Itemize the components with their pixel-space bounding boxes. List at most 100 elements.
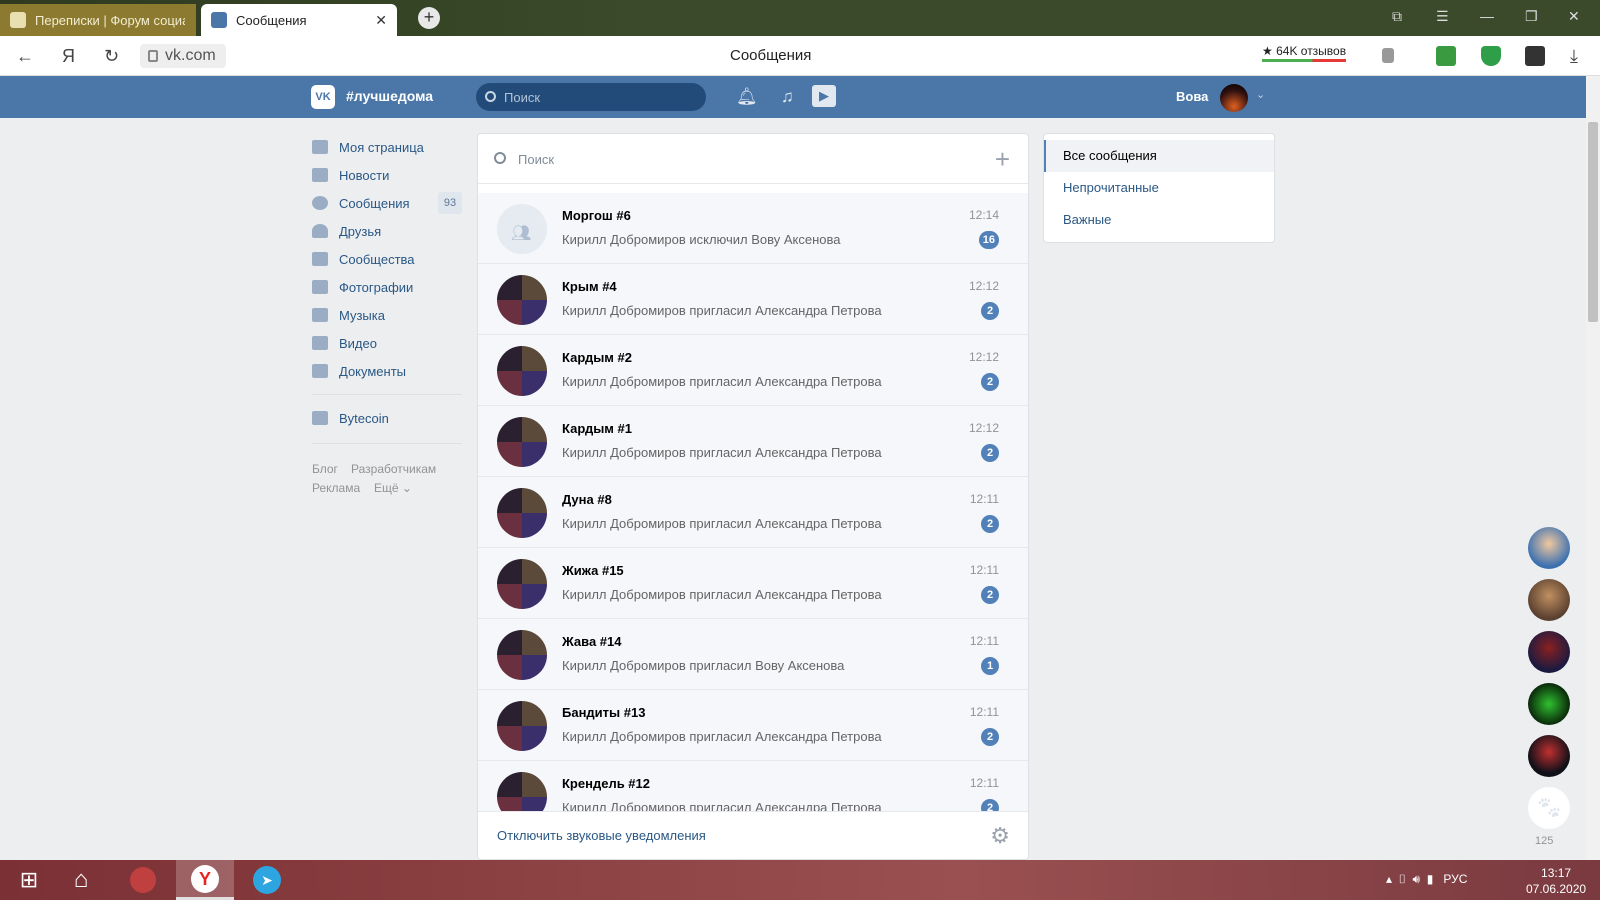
vk-bot-icon[interactable]: 🐾︎ — [1528, 787, 1570, 829]
dialog-row[interactable]: Жава #14 Кирилл Добромиров пригласил Вов… — [478, 619, 1028, 690]
footer-link-more[interactable]: Ещё ⌄ — [374, 481, 412, 495]
sidebar-item-messages[interactable]: Сообщения 93 — [312, 192, 462, 214]
sidebar-item-music[interactable]: Музыка — [312, 304, 462, 326]
vk-logo-icon[interactable]: VK — [311, 85, 335, 109]
app-icon[interactable] — [114, 860, 172, 900]
user-name[interactable]: Вова — [1176, 89, 1208, 104]
restore-icon[interactable]: ❐ — [1525, 8, 1538, 25]
unread-badge: 2 — [981, 302, 999, 320]
tab-messages[interactable]: Сообщения ✕ — [201, 4, 397, 36]
filter-all[interactable]: Все сообщения — [1044, 140, 1274, 172]
dialog-time: 12:11 — [969, 705, 999, 719]
chat-avatar[interactable] — [1528, 579, 1570, 621]
sidebar-item-label: Сообщества — [339, 251, 415, 267]
reviews-badge[interactable]: ★ 64K отзывов — [1262, 44, 1347, 62]
new-tab-button[interactable]: + — [418, 7, 440, 29]
dialog-row[interactable]: Крым #4 Кирилл Добромиров пригласил Алек… — [478, 264, 1028, 335]
scrollbar-thumb[interactable] — [1588, 122, 1598, 322]
translate-icon[interactable] — [1525, 46, 1545, 66]
sidebar-item-documents[interactable]: Документы — [312, 360, 462, 382]
yandex-icon[interactable]: Я — [62, 46, 75, 67]
dialog-name: Дуна #8 — [562, 492, 612, 507]
sidebar-item-label: Моя страница — [339, 139, 424, 155]
yandex-browser-icon[interactable]: Y — [176, 860, 234, 900]
dialog-row[interactable]: Кардым #1 Кирилл Добромиров пригласил Ал… — [478, 406, 1028, 477]
dialog-message: Кирилл Добромиров пригласил Вову Аксенов… — [562, 658, 845, 673]
home-icon[interactable]: ⌂ — [52, 860, 110, 900]
footer-link-blog[interactable]: Блог — [312, 462, 338, 476]
dialog-time: 12:12 — [968, 350, 999, 364]
page-scrollbar[interactable] — [1586, 76, 1600, 862]
add-chat-icon[interactable]: + — [995, 144, 1010, 175]
dialog-row[interactable]: 👥︎ Моргош #6 Кирилл Добромиров исключил … — [478, 193, 1028, 264]
tray-icons: ▴ ⌷ 🔊︎ ▮ — [1386, 872, 1444, 886]
dialog-name: Кардым #2 — [562, 350, 632, 365]
dialogs-search-input[interactable] — [518, 149, 918, 169]
bell-icon[interactable]: 🔔︎ — [736, 87, 758, 107]
chat-avatar — [497, 346, 547, 396]
dialog-message: Кирилл Добромиров пригласил Александра П… — [562, 729, 882, 744]
sidebar-item-friends[interactable]: Друзья — [312, 220, 462, 242]
address-bar: ← Я ↻ vk.com Сообщения ★ 64K отзывов ⤓ — [0, 36, 1600, 76]
system-tray[interactable]: ▴ ⌷ 🔊︎ ▮ РУС — [1386, 872, 1467, 887]
sidebar-item-news[interactable]: Новости — [312, 164, 462, 186]
dialog-row[interactable]: Жижа #15 Кирилл Добромиров пригласил Але… — [478, 548, 1028, 619]
sidebar-item-bytecoin[interactable]: Bytecoin — [312, 407, 462, 429]
chat-avatar — [497, 488, 547, 538]
avatar[interactable] — [1220, 84, 1248, 112]
sidebar-item-communities[interactable]: Сообщества — [312, 248, 462, 270]
sidebar-item-my-page[interactable]: Моя страница — [312, 136, 462, 158]
back-icon[interactable]: ← — [16, 46, 34, 67]
chat-avatar[interactable] — [1528, 631, 1570, 673]
sidebar-item-label: Новости — [339, 167, 390, 183]
unread-badge: 1 — [981, 657, 999, 675]
filter-unread[interactable]: Непрочитанные — [1044, 172, 1274, 204]
telegram-icon[interactable]: ➤ — [238, 860, 296, 900]
chat-avatar — [497, 559, 547, 609]
sidebar-item-label: Сообщения — [339, 195, 410, 211]
shield-icon[interactable] — [1481, 46, 1501, 66]
unread-badge: 2 — [981, 586, 999, 604]
dialog-row[interactable]: Дуна #8 Кирилл Добромиров пригласил Алек… — [478, 477, 1028, 548]
reload-icon[interactable]: ↻ — [104, 46, 119, 67]
online-count[interactable]: 125 — [1535, 835, 1553, 847]
header-search-input[interactable]: Поиск — [476, 83, 706, 111]
dialog-row[interactable]: Бандиты #13 Кирилл Добромиров пригласил … — [478, 690, 1028, 761]
vk-brand[interactable]: #лучшедома — [346, 88, 433, 104]
tab-label: Сообщения — [236, 12, 307, 28]
windows-taskbar: ⊞ ⌂ Y ➤ ▴ ⌷ 🔊︎ ▮ РУС 13:17 07.06.2020 — [0, 860, 1600, 900]
close-window-icon[interactable]: ✕ — [1568, 8, 1580, 25]
bookmark-icon[interactable] — [1382, 48, 1394, 63]
mute-sounds-link[interactable]: Отключить звуковые уведомления — [497, 828, 706, 843]
sidebar-item-label: Друзья — [339, 223, 382, 239]
footer-link-ads[interactable]: Реклама — [312, 481, 360, 495]
chat-avatar[interactable] — [1528, 527, 1570, 569]
sidebar-item-label: Bytecoin — [339, 410, 389, 426]
windows-start-icon[interactable]: ⊞ — [0, 860, 58, 900]
extension-icon[interactable] — [1436, 46, 1456, 66]
music-icon[interactable]: ♫ — [781, 87, 794, 107]
dialog-name: Моргош #6 — [562, 208, 631, 223]
system-clock[interactable]: 13:17 07.06.2020 — [1526, 865, 1586, 897]
dialog-name: Крендель #12 — [562, 776, 650, 791]
footer-link-developers[interactable]: Разработчикам — [351, 462, 436, 476]
play-icon[interactable]: ▶ — [812, 85, 836, 107]
url-field[interactable]: vk.com — [140, 44, 226, 68]
dialog-row[interactable]: Кардым #2 Кирилл Добромиров пригласил Ал… — [478, 335, 1028, 406]
menu-icon[interactable]: ☰ — [1436, 8, 1449, 25]
keyboard-language[interactable]: РУС — [1443, 872, 1467, 886]
chevron-down-icon[interactable]: ⌄ — [1256, 88, 1265, 101]
minimize-icon[interactable]: — — [1480, 8, 1494, 24]
filter-important[interactable]: Важные — [1044, 204, 1274, 236]
chat-avatar[interactable] — [1528, 735, 1570, 777]
sidebar-item-photos[interactable]: Фотографии — [312, 276, 462, 298]
gear-icon[interactable]: ⚙ — [990, 823, 1010, 849]
download-icon[interactable]: ⤓ — [1570, 46, 1578, 67]
bookmarks-panel-icon[interactable]: ⧉ — [1392, 8, 1402, 25]
chat-avatar[interactable] — [1528, 683, 1570, 725]
unread-badge: 2 — [981, 373, 999, 391]
close-tab-icon[interactable]: ✕ — [375, 12, 387, 29]
sidebar-item-video[interactable]: Видео — [312, 332, 462, 354]
tab-forum[interactable]: Переписки | Форум социа — [0, 4, 196, 36]
film-icon — [312, 336, 328, 350]
